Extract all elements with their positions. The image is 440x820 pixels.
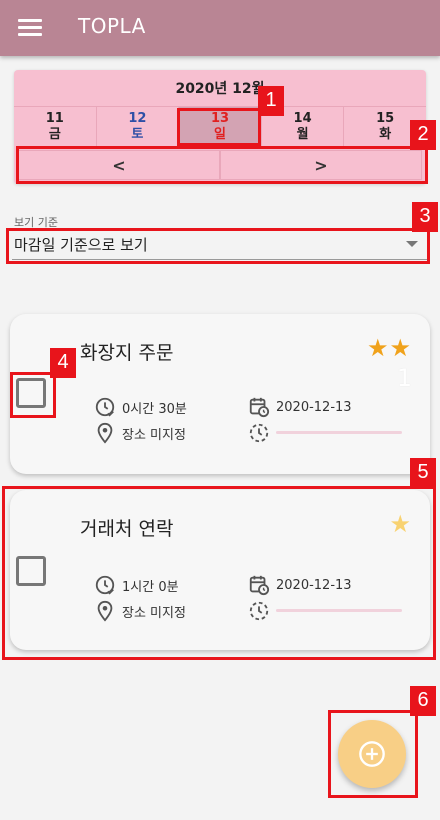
location-text: 장소 미지정 (122, 427, 186, 443)
app-title: TOPLA (78, 14, 146, 38)
progress-bar (276, 431, 402, 434)
task-count: 1 (396, 364, 412, 392)
location-text: 장소 미지정 (122, 605, 186, 621)
add-task-button[interactable] (338, 720, 406, 788)
task-checkbox[interactable] (16, 556, 46, 586)
annotation-label: 2 (410, 120, 436, 150)
day-number: 11 (45, 111, 64, 126)
duration-row: 0시간 30분 (94, 396, 187, 418)
calendar-clock-icon (249, 575, 270, 596)
annotation-label: 1 (258, 86, 284, 116)
progress-row (248, 422, 276, 444)
day-cell[interactable]: 11 금 (14, 107, 97, 146)
day-weekday: 월 (296, 127, 309, 142)
location-row: 장소 미지정 (94, 422, 186, 444)
add-circle-icon (359, 741, 385, 767)
calendar-clock-icon (249, 397, 270, 418)
progress-bar (276, 609, 402, 612)
filter-dropdown[interactable]: 마감일 기준으로 보기 (12, 230, 428, 260)
timer-dashed-icon (249, 601, 269, 621)
clock-check-icon (95, 397, 115, 417)
location-pin-icon (97, 600, 113, 622)
duration-text: 0시간 30분 (122, 401, 187, 417)
next-week-button[interactable]: > (220, 150, 422, 180)
timer-dashed-icon (249, 423, 269, 443)
week-nav: < > (18, 150, 422, 180)
task-title: 화장지 주문 (80, 342, 174, 364)
day-cell[interactable]: 12 토 (97, 107, 180, 146)
annotation-label: 5 (410, 458, 436, 488)
prev-week-button[interactable]: < (18, 150, 220, 180)
task-card[interactable]: 화장지 주문 ★★ 1 0시간 30분 2020-12-13 장소 미지정 (10, 314, 430, 474)
menu-icon[interactable] (18, 16, 42, 40)
location-pin-icon (97, 422, 113, 444)
task-checkbox[interactable] (16, 378, 46, 408)
day-row: 11 금 12 토 13 일 14 월 15 화 (14, 106, 426, 146)
task-card[interactable]: 거래처 연락 ★ 1시간 0분 2020-12-13 장소 미지정 (10, 490, 430, 650)
month-label: 2020년 12월 (175, 81, 265, 97)
location-row: 장소 미지정 (94, 600, 186, 622)
day-weekday: 일 (214, 127, 226, 142)
annotation-label: 3 (412, 202, 438, 232)
filter-value: 마감일 기준으로 보기 (14, 236, 148, 254)
duration-text: 1시간 0분 (122, 579, 179, 595)
day-weekday: 토 (131, 127, 144, 142)
day-weekday: 금 (48, 127, 61, 142)
duration-row: 1시간 0분 (94, 574, 179, 596)
progress-row (248, 600, 276, 622)
priority-stars: ★ (389, 510, 412, 538)
filter-caption: 보기 기준 (14, 216, 58, 229)
day-number: 13 (210, 111, 230, 126)
due-row: 2020-12-13 (248, 396, 352, 418)
annotation-label: 4 (50, 348, 76, 378)
due-row: 2020-12-13 (248, 574, 352, 596)
app-bar: TOPLA (0, 0, 440, 56)
priority-stars: ★★ (366, 334, 412, 362)
day-number: 12 (128, 111, 147, 126)
task-title: 거래처 연락 (80, 518, 174, 540)
day-cell-selected[interactable]: 13 일 (179, 107, 262, 146)
week-calendar: 2020년 12월 11 금 12 토 13 일 14 월 15 화 < > (14, 70, 426, 184)
due-date-text: 2020-12-13 (276, 399, 352, 415)
annotation-label: 6 (410, 686, 436, 716)
clock-check-icon (95, 575, 115, 595)
dropdown-arrow-icon (406, 241, 418, 247)
due-date-text: 2020-12-13 (276, 577, 352, 593)
